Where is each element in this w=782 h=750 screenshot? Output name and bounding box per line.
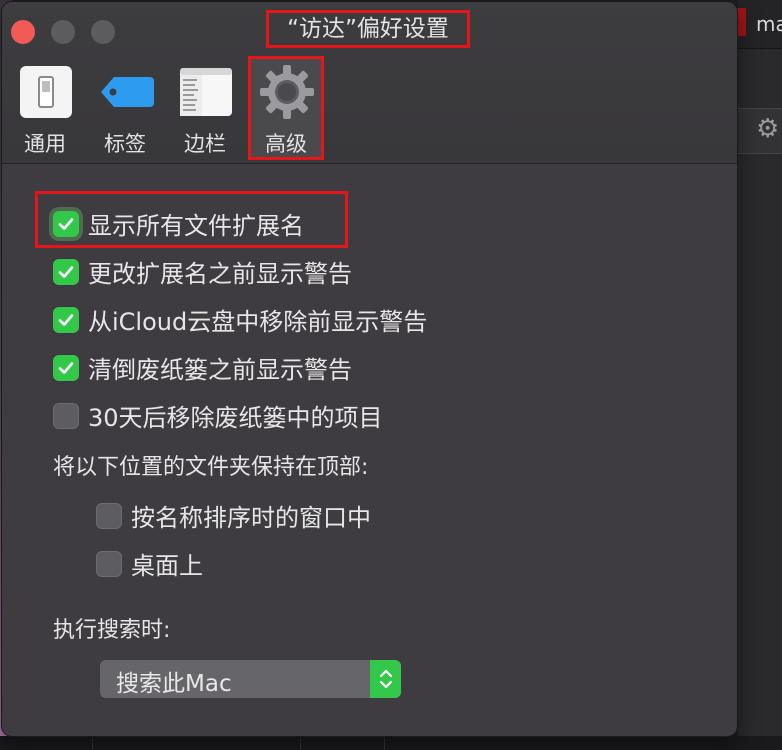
option-folders-top-sorted-windows[interactable]: 按名称排序时的窗口中 <box>96 498 371 533</box>
search-scope-label: 执行搜索时: <box>53 618 171 643</box>
search-scope-value: 搜索此Mac <box>116 671 232 697</box>
gear-icon <box>259 64 315 120</box>
tab-sidebar-label: 边栏 <box>184 132 226 156</box>
tab-tags[interactable]: 标签 <box>90 56 160 160</box>
tag-icon <box>98 64 154 120</box>
background-bottom-strip <box>0 736 782 750</box>
checkbox-checked[interactable] <box>53 354 79 381</box>
option-label: 清倒废纸篓之前显示警告 <box>88 356 352 384</box>
sidebar-icon <box>178 64 234 120</box>
checkmark-icon <box>58 313 74 326</box>
window-title: “访达”偏好设置 <box>266 10 470 48</box>
option-warn-remove-icloud[interactable]: 从iCloud云盘中移除前显示警告 <box>53 302 427 337</box>
checkbox-checked[interactable] <box>53 210 79 237</box>
folders-top-label: 将以下位置的文件夹保持在顶部: <box>53 455 369 480</box>
option-label: 更改扩展名之前显示警告 <box>88 260 352 288</box>
checkbox-unchecked[interactable] <box>96 550 122 577</box>
checkbox-unchecked[interactable] <box>96 502 122 529</box>
background-window-text: ma <box>756 12 782 36</box>
option-folders-top-desktop[interactable]: 桌面上 <box>96 546 203 581</box>
checkbox-unchecked[interactable] <box>53 402 79 429</box>
option-label: 桌面上 <box>131 552 203 580</box>
switch-icon <box>18 64 74 120</box>
option-warn-change-extension[interactable]: 更改扩展名之前显示警告 <box>53 254 352 289</box>
tab-advanced-label: 高级 <box>265 132 307 156</box>
tab-general-label: 通用 <box>24 132 66 156</box>
tab-tags-label: 标签 <box>104 132 146 156</box>
minimize-button[interactable] <box>51 20 75 44</box>
checkmark-icon <box>58 361 74 374</box>
option-label: 30天后移除废纸篓中的项目 <box>88 404 383 432</box>
tab-sidebar[interactable]: 边栏 <box>170 56 240 160</box>
checkmark-icon <box>58 217 74 230</box>
checkbox-checked[interactable] <box>53 258 79 285</box>
close-button[interactable] <box>11 20 35 44</box>
option-label: 显示所有文件扩展名 <box>88 212 304 240</box>
tab-advanced[interactable]: 高级 <box>251 56 321 160</box>
option-label: 按名称排序时的窗口中 <box>131 504 371 532</box>
tab-general[interactable]: 通用 <box>10 56 80 160</box>
chevron-updown-icon <box>370 660 401 698</box>
option-show-all-extensions[interactable]: 显示所有文件扩展名 <box>53 206 304 241</box>
window-titlebar: “访达”偏好设置 通用 标签 边栏 高级 <box>2 2 737 164</box>
option-label: 从iCloud云盘中移除前显示警告 <box>88 308 428 336</box>
background-gear-icon: ⚙ <box>756 114 780 144</box>
zoom-button[interactable] <box>91 20 115 44</box>
search-scope-select[interactable]: 搜索此Mac <box>100 660 401 698</box>
checkbox-checked[interactable] <box>53 306 79 333</box>
finder-preferences-window: “访达”偏好设置 通用 标签 边栏 高级 显示所有文件扩展名 更改扩展名之前显示… <box>2 2 737 736</box>
checkmark-icon <box>58 265 74 278</box>
option-remove-trash-30-days[interactable]: 30天后移除废纸篓中的项目 <box>53 398 383 433</box>
option-warn-empty-trash[interactable]: 清倒废纸篓之前显示警告 <box>53 350 352 385</box>
